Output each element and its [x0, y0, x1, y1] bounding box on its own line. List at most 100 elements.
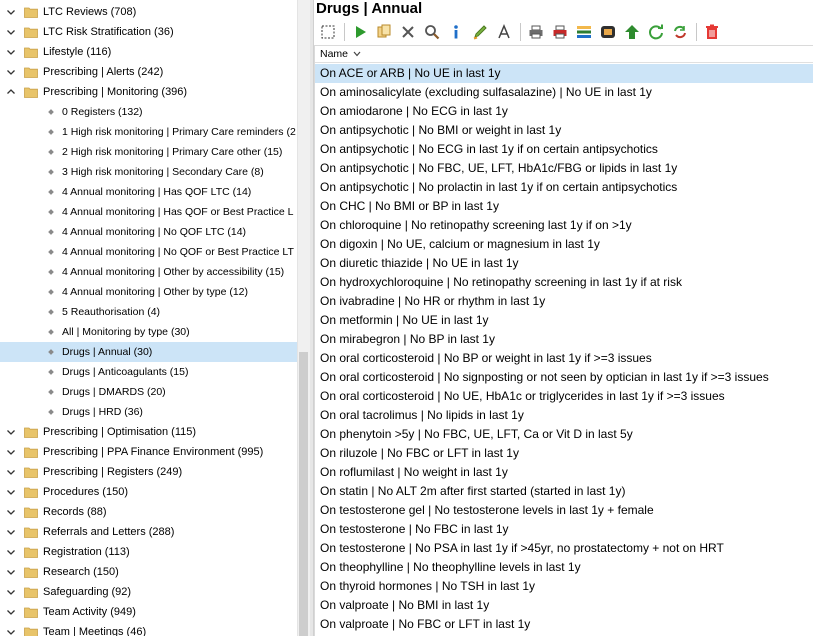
tree-folder-item[interactable]: Referrals and Letters (288)	[0, 522, 297, 542]
tree-child-item[interactable]: 0 Registers (132)	[0, 102, 297, 122]
chevron-down-icon[interactable]	[6, 447, 16, 457]
copy-button[interactable]	[374, 22, 394, 42]
list-item[interactable]: On oral corticosteroid | No signposting …	[315, 368, 813, 387]
chevron-down-icon[interactable]	[6, 527, 16, 537]
list-item[interactable]: On ivabradine | No HR or rhythm in last …	[315, 292, 813, 311]
chevron-down-icon[interactable]	[6, 587, 16, 597]
list-item[interactable]: On testosterone | No FBC in last 1y	[315, 520, 813, 539]
list-item[interactable]: On valproate | No FBC or LFT in last 1y	[315, 615, 813, 634]
font-button[interactable]	[494, 22, 514, 42]
list-item[interactable]: On mirabegron | No BP in last 1y	[315, 330, 813, 349]
list-item[interactable]: On ACE or ARB | No UE in last 1y	[315, 64, 813, 83]
tree-folder-item[interactable]: Lifestyle (116)	[0, 42, 297, 62]
select-button[interactable]	[318, 22, 338, 42]
delete-button[interactable]	[398, 22, 418, 42]
tree-folder-item[interactable]: Team | Meetings (46)	[0, 622, 297, 636]
export-button[interactable]	[574, 22, 594, 42]
chevron-down-icon[interactable]	[6, 607, 16, 617]
list-item[interactable]: On testosterone gel | No testosterone le…	[315, 501, 813, 520]
trash-button[interactable]	[702, 22, 722, 42]
chevron-down-icon[interactable]	[6, 627, 16, 636]
tree-folder-item[interactable]: Prescribing | Registers (249)	[0, 462, 297, 482]
list-item[interactable]: On oral corticosteroid | No BP or weight…	[315, 349, 813, 368]
chevron-down-icon[interactable]	[6, 7, 16, 17]
list-item[interactable]: On statin | No ALT 2m after first starte…	[315, 482, 813, 501]
list-item[interactable]: On antipsychotic | No ECG in last 1y if …	[315, 140, 813, 159]
refresh-button[interactable]	[646, 22, 666, 42]
list-item[interactable]: On amiodarone | No ECG in last 1y	[315, 102, 813, 121]
tree-folder-item[interactable]: Procedures (150)	[0, 482, 297, 502]
list-item[interactable]: On aminosalicylate (excluding sulfasalaz…	[315, 83, 813, 102]
list-item[interactable]: On phenytoin >5y | No FBC, UE, LFT, Ca o…	[315, 425, 813, 444]
tree-folder-item[interactable]: LTC Risk Stratification (36)	[0, 22, 297, 42]
tree-folder-item[interactable]: Team Activity (949)	[0, 602, 297, 622]
move-up-button[interactable]	[622, 22, 642, 42]
sync-button[interactable]	[670, 22, 690, 42]
tree-child-item[interactable]: Drugs | Anticoagulants (15)	[0, 362, 297, 382]
chevron-down-icon[interactable]	[6, 507, 16, 517]
tree-folder-item[interactable]: Prescribing | Optimisation (115)	[0, 422, 297, 442]
tree-child-item[interactable]: 4 Annual monitoring | No QOF or Best Pra…	[0, 242, 297, 262]
list-item[interactable]: On hydroxychloroquine | No retinopathy s…	[315, 273, 813, 292]
print-preview-button[interactable]	[550, 22, 570, 42]
search-button[interactable]	[422, 22, 442, 42]
list-item[interactable]: On CHC | No BMI or BP in last 1y	[315, 197, 813, 216]
tree-child-item[interactable]: 4 Annual monitoring | Has QOF or Best Pr…	[0, 202, 297, 222]
tree-scrollbar-thumb[interactable]	[299, 352, 308, 636]
tree-folder-item[interactable]: Prescribing | PPA Finance Environment (9…	[0, 442, 297, 462]
tree-child-item[interactable]: 4 Annual monitoring | No QOF LTC (14)	[0, 222, 297, 242]
tree-child-item[interactable]: 1 High risk monitoring | Primary Care re…	[0, 122, 297, 142]
list-item[interactable]: On thyroid hormones | No TSH in last 1y	[315, 577, 813, 596]
info-button[interactable]	[446, 22, 466, 42]
tree-child-item[interactable]: 4 Annual monitoring | Other by accessibi…	[0, 262, 297, 282]
print-button[interactable]	[526, 22, 546, 42]
edit-button[interactable]	[470, 22, 490, 42]
list-item[interactable]: On antipsychotic | No BMI or weight in l…	[315, 121, 813, 140]
tree-folder-item[interactable]: Registration (113)	[0, 542, 297, 562]
chevron-down-icon[interactable]	[6, 567, 16, 577]
tree-child-item[interactable]: Drugs | Annual (30)	[0, 342, 297, 362]
tree-child-item[interactable]: 2 High risk monitoring | Primary Care ot…	[0, 142, 297, 162]
database-button[interactable]	[598, 22, 618, 42]
tree-child-item[interactable]: Drugs | DMARDS (20)	[0, 382, 297, 402]
tree-item-label: 1 High risk monitoring | Primary Care re…	[62, 126, 296, 138]
tree-item-label: Lifestyle (116)	[43, 46, 112, 58]
tree-child-item[interactable]: 4 Annual monitoring | Other by type (12)	[0, 282, 297, 302]
tree-child-item[interactable]: 3 High risk monitoring | Secondary Care …	[0, 162, 297, 182]
chevron-down-icon[interactable]	[6, 487, 16, 497]
tree-folder-item[interactable]: LTC Reviews (708)	[0, 2, 297, 22]
tree-folder-item[interactable]: Records (88)	[0, 502, 297, 522]
tree-folder-item[interactable]: Research (150)	[0, 562, 297, 582]
list-item[interactable]: On testosterone | No PSA in last 1y if >…	[315, 539, 813, 558]
list-item[interactable]: On antipsychotic | No FBC, UE, LFT, HbA1…	[315, 159, 813, 178]
tree-folder-item[interactable]: Prescribing | Monitoring (396)	[0, 82, 297, 102]
tree-child-item[interactable]: 5 Reauthorisation (4)	[0, 302, 297, 322]
bullet-icon	[48, 389, 54, 395]
list-item[interactable]: On antipsychotic | No prolactin in last …	[315, 178, 813, 197]
list-item[interactable]: On chloroquine | No retinopathy screenin…	[315, 216, 813, 235]
list-item[interactable]: On valproate | No BMI in last 1y	[315, 596, 813, 615]
chevron-down-icon[interactable]	[6, 427, 16, 437]
list-item[interactable]: On digoxin | No UE, calcium or magnesium…	[315, 235, 813, 254]
list-item[interactable]: On oral corticosteroid | No UE, HbA1c or…	[315, 387, 813, 406]
chevron-down-icon[interactable]	[6, 47, 16, 57]
tree-child-item[interactable]: 4 Annual monitoring | Has QOF LTC (14)	[0, 182, 297, 202]
tree-child-item[interactable]: All | Monitoring by type (30)	[0, 322, 297, 342]
list-item[interactable]: On theophylline | No theophylline levels…	[315, 558, 813, 577]
list-item[interactable]: On oral tacrolimus | No lipids in last 1…	[315, 406, 813, 425]
list-item[interactable]: On riluzole | No FBC or LFT in last 1y	[315, 444, 813, 463]
chevron-down-icon[interactable]	[6, 27, 16, 37]
chevron-down-icon[interactable]	[6, 547, 16, 557]
tree-folder-item[interactable]: Safeguarding (92)	[0, 582, 297, 602]
list-item[interactable]: On diuretic thiazide | No UE in last 1y	[315, 254, 813, 273]
chevron-down-icon[interactable]	[6, 467, 16, 477]
chevron-down-icon[interactable]	[6, 67, 16, 77]
tree-folder-item[interactable]: Prescribing | Alerts (242)	[0, 62, 297, 82]
info-icon	[454, 25, 458, 39]
tree-child-item[interactable]: Drugs | HRD (36)	[0, 402, 297, 422]
column-header-name[interactable]: Name	[315, 46, 813, 63]
list-item[interactable]: On roflumilast | No weight in last 1y	[315, 463, 813, 482]
run-button[interactable]	[350, 22, 370, 42]
list-item[interactable]: On metformin | No UE in last 1y	[315, 311, 813, 330]
chevron-up-icon[interactable]	[6, 87, 16, 97]
